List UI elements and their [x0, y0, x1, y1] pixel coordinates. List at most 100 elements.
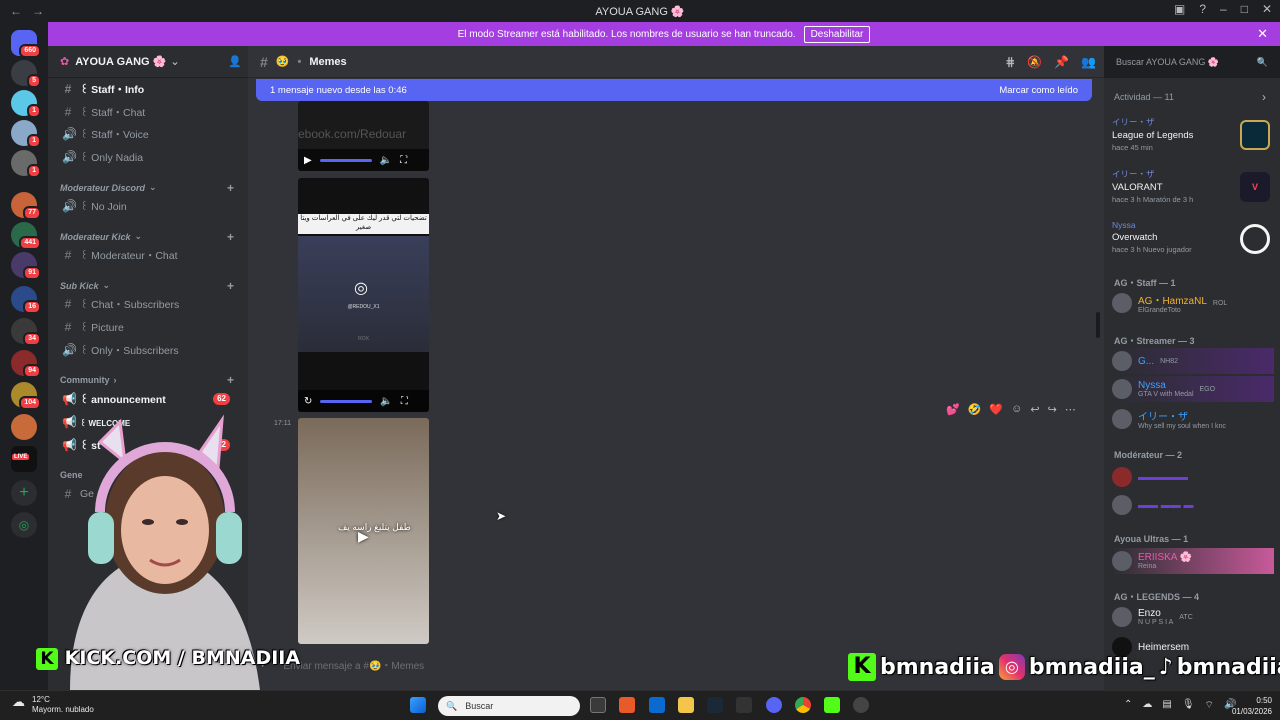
activity-header[interactable]: Actividad — 11 [1114, 92, 1174, 102]
channel-moderateur-chat[interactable]: # ꒰ Moderateur・Chat [56, 245, 240, 265]
channel-label: ꒰ Staff・Info [80, 83, 145, 96]
more-icon[interactable]: ⋯ [1065, 403, 1076, 416]
member-name-redacted: ▬▬ ▬▬ ▬ [1138, 499, 1194, 511]
help-icon[interactable]: ? [1199, 2, 1206, 16]
start-icon[interactable] [410, 697, 426, 713]
steam-icon[interactable] [707, 697, 723, 713]
member-item[interactable]: AG・HamzaNL ElGrandeToto ROL [1112, 290, 1274, 316]
channel-only-subscribers[interactable]: 🔊 ꒰ Only・Subscribers [56, 340, 240, 360]
threads-icon[interactable]: ⋕ [1005, 55, 1015, 69]
add-channel-icon[interactable]: + [227, 373, 234, 387]
maximize-icon[interactable]: □ [1241, 2, 1248, 16]
channel-staff-info[interactable]: # ꒰ Staff・Info [56, 79, 240, 99]
server-icon[interactable]: 1 [11, 90, 41, 118]
close-window-icon[interactable]: ✕ [1262, 2, 1272, 16]
forward-icon[interactable]: ↪ [1048, 403, 1057, 416]
reaction-icon[interactable]: 🤣 [968, 403, 982, 416]
scrollbar[interactable] [1096, 312, 1100, 338]
add-user-icon[interactable]: 👤 [228, 55, 242, 68]
channel-staff-voice[interactable]: 🔊 ꒰ Staff・Voice [56, 124, 240, 144]
chevron-right-icon[interactable]: › [1262, 90, 1266, 104]
volume-icon[interactable]: 🔈 [380, 155, 392, 166]
category-community[interactable]: Community › + [60, 373, 240, 387]
channel-only-nadia[interactable]: 🔊 ꒰ Only Nadia [56, 147, 240, 167]
volume-slider[interactable] [320, 399, 373, 403]
server-icon[interactable]: 1 [11, 150, 41, 178]
members-icon[interactable]: 👥 [1081, 55, 1096, 69]
channel-staff-chat[interactable]: # ꒰ Staff・Chat [56, 102, 240, 122]
replay-icon[interactable]: ↻ [304, 396, 312, 407]
member-item[interactable]: Nyssa GTA V with Medal EGO [1112, 376, 1274, 402]
app-icon[interactable] [853, 697, 869, 713]
outlook-icon[interactable] [649, 697, 665, 713]
volume-slider[interactable] [319, 158, 372, 162]
chrome-icon[interactable] [795, 697, 811, 713]
video-embed[interactable]: ebook.com/Redouar ▶ 🔈 ⛶ [298, 101, 429, 171]
search-input[interactable]: Buscar AYOUA GANG 🌸 🔍 [1110, 52, 1274, 72]
fullscreen-icon[interactable]: ⛶ [400, 155, 407, 166]
server-header[interactable]: ✿ AYOUA GANG 🌸 ⌄ 👤 [48, 46, 248, 78]
app-icon[interactable] [736, 697, 752, 713]
member-item[interactable]: Enzo N U P S I A ATC [1112, 604, 1274, 630]
reply-icon[interactable]: ↩ [1030, 403, 1039, 416]
fullscreen-icon[interactable]: ⛶ [401, 396, 408, 407]
weather-widget[interactable]: ☁ 12°C Mayorm. nublado [12, 695, 94, 715]
channel-announcement[interactable]: 📢 ꒰ announcement 62 [56, 389, 240, 409]
video-embed[interactable]: تضحيات لتي قدر ليك على في العراسات ويتا … [298, 178, 429, 412]
disable-streamer-button[interactable]: Deshabilitar [803, 25, 871, 43]
member-item[interactable]: ▬▬▬▬▬ [1112, 464, 1274, 490]
add-channel-icon[interactable]: + [227, 279, 234, 293]
taskbar-search[interactable]: 🔍 Buscar [438, 696, 580, 716]
wifi-icon[interactable]: ⌔ [1205, 699, 1214, 712]
member-item[interactable]: G... NH82 [1112, 348, 1274, 374]
cloud-tray-icon[interactable]: ☁ [1142, 699, 1152, 712]
server-icon[interactable]: 16 [11, 286, 41, 314]
activity-card[interactable]: イリー・ザ VALORANT hace 3 h Maratón de 3 h V [1112, 168, 1274, 214]
server-icon[interactable]: 5 [11, 60, 41, 88]
chevron-up-icon[interactable]: ⌃ [1124, 699, 1132, 712]
discord-icon[interactable] [766, 697, 782, 713]
channel-picture[interactable]: # ꒰ Picture [56, 317, 240, 337]
clock[interactable]: 0:50 01/03/2026 [1232, 695, 1272, 717]
pin-icon[interactable]: 📌 [1054, 55, 1069, 69]
inbox-icon[interactable]: ▣ [1174, 2, 1185, 16]
server-icon[interactable]: 34 [11, 318, 41, 346]
activity-card[interactable]: イリー・ザ League of Legends hace 45 min [1112, 116, 1274, 162]
category-moderateur-discord[interactable]: Moderateur Discord ⌄ + [60, 181, 240, 195]
server-icon[interactable]: 94 [11, 350, 41, 378]
mute-icon[interactable]: 🔕 [1027, 55, 1042, 69]
microphone-icon[interactable]: 🎙 [1182, 699, 1195, 712]
category-moderateur-kick[interactable]: Moderateur Kick ⌄ + [60, 230, 240, 244]
discord-home-icon[interactable]: 660 [11, 30, 41, 58]
close-banner-icon[interactable]: ✕ [1257, 26, 1268, 42]
channel-chat-subscribers[interactable]: # ꒰ Chat・Subscribers [56, 294, 240, 314]
server-icon[interactable]: 441 [11, 222, 41, 250]
server-icon[interactable]: 77 [11, 192, 41, 220]
channel-no-join[interactable]: 🔊 ꒰ No Join [56, 196, 240, 216]
member-item[interactable]: イリー・ザ Why sell my soul when I knc [1112, 406, 1274, 432]
task-view-icon[interactable] [590, 697, 606, 713]
file-explorer-icon[interactable] [678, 697, 694, 713]
add-channel-icon[interactable]: + [227, 230, 234, 244]
unread-badge: 16 [23, 300, 41, 314]
mark-read-button[interactable]: Marcar como leído [999, 85, 1078, 96]
minimize-icon[interactable]: – [1220, 2, 1227, 16]
activity-card[interactable]: Nyssa Overwatch hace 3 h Nuevo jugador [1112, 220, 1274, 266]
reaction-icon[interactable]: ❤️ [989, 403, 1003, 416]
add-reaction-icon[interactable]: ☺ [1011, 403, 1022, 416]
new-messages-bar[interactable]: 1 mensaje nuevo desde las 0:46 Marcar co… [256, 79, 1092, 101]
kick-app-icon[interactable] [824, 697, 840, 713]
add-channel-icon[interactable]: + [227, 181, 234, 195]
store-icon[interactable] [619, 697, 635, 713]
play-icon[interactable]: ▶ [304, 155, 312, 166]
member-item[interactable]: ERIISKA 🌸 Reina [1112, 548, 1274, 574]
member-item[interactable]: ▬▬ ▬▬ ▬ [1112, 492, 1274, 518]
server-icon[interactable]: 104 [11, 382, 41, 410]
reaction-icon[interactable]: 💕 [946, 403, 960, 416]
app-tray-icon[interactable]: ▤ [1162, 699, 1171, 712]
volume-icon[interactable]: 🔈 [380, 396, 392, 407]
server-icon[interactable]: 91 [11, 252, 41, 280]
category-sub-kick[interactable]: Sub Kick ⌄ + [60, 279, 240, 293]
server-icon[interactable]: 1 [11, 120, 41, 148]
category-label: Community [60, 375, 110, 385]
